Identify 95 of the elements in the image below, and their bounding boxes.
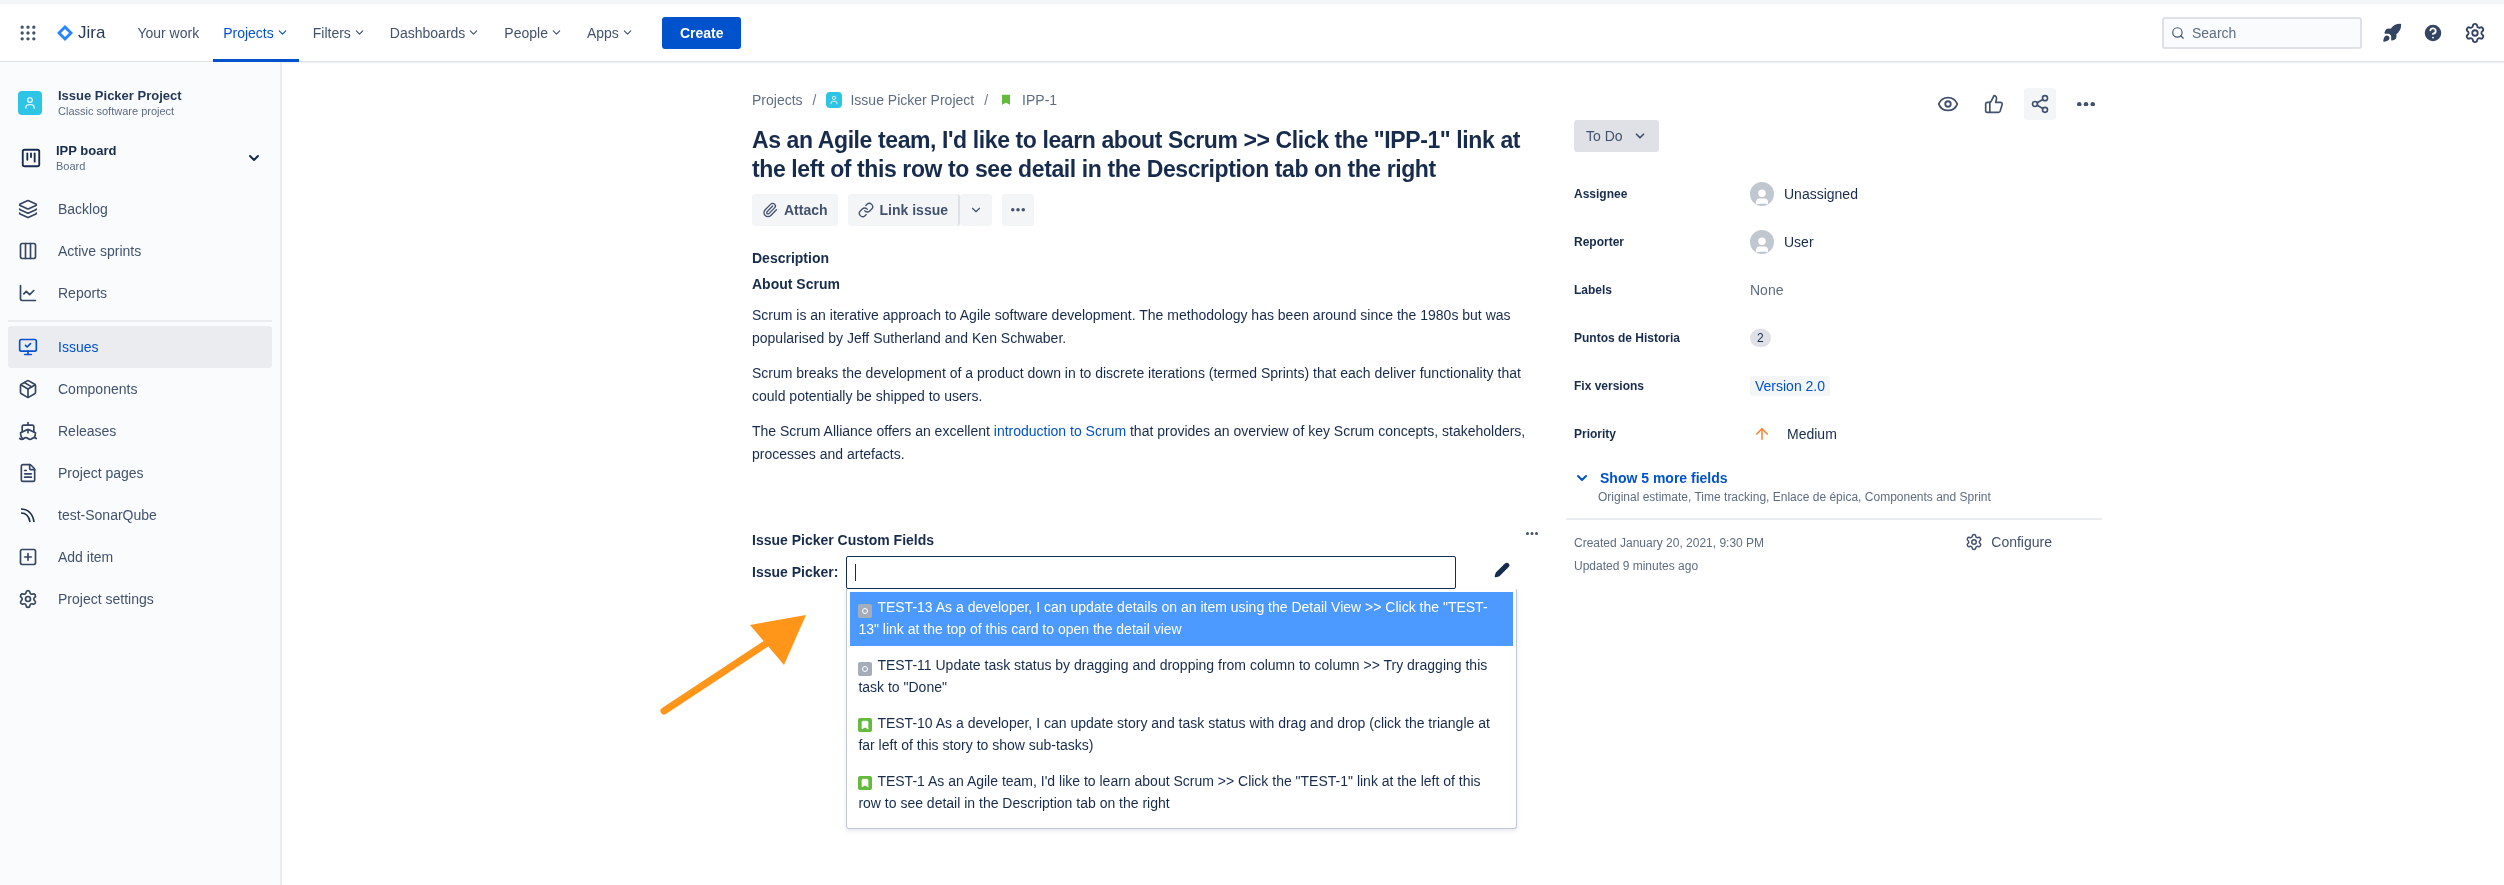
project-name: Issue Picker Project <box>58 88 182 103</box>
breadcrumb-link[interactable]: Issue Picker Project <box>826 92 975 108</box>
sidebar-item[interactable]: Active sprints <box>8 230 272 272</box>
field-value: Medium <box>1787 426 1837 442</box>
issue-picker-field[interactable] <box>846 556 1457 589</box>
field-label: Labels <box>1574 283 1613 297</box>
dropdown-option[interactable]: TEST-10 As a developer, I can update story and task status with drag and drop (click the triangle at far left of this story to show sub-tasks) <box>850 708 1514 762</box>
package-icon <box>18 379 38 399</box>
section-heading: Description <box>752 250 830 266</box>
description-paragraph: The Scrum Alliance offers an excellent introduction to Scrum that provides an overview of key Scrum concepts, stakeholders, processes and artefacts. <box>752 422 1527 464</box>
sidebar-item[interactable]: test-SonarQube <box>8 494 272 536</box>
configure-button[interactable]: Configure <box>1959 532 2058 552</box>
more-icon <box>1011 208 1026 212</box>
sidebar-item[interactable]: Reports <box>8 272 272 314</box>
paperclip-icon <box>762 202 778 218</box>
text-cursor <box>855 564 857 581</box>
link-issue-button[interactable]: Link issue <box>847 194 961 226</box>
field-label: Issue Picker: <box>752 563 839 580</box>
field-value: Unassigned <box>1784 186 1858 202</box>
breadcrumb-link[interactable]: IPP-1 <box>998 92 1058 108</box>
nav-menu-item[interactable]: People <box>494 3 573 62</box>
sidebar-item[interactable]: Releases <box>8 410 272 452</box>
sidebar-item[interactable]: Project settings <box>8 578 272 620</box>
issue-title: As an Agile team, I'd like to learn about Scrum >> Click the "IPP-1" link at the left of this row to see detail in the Description tab on the right <box>752 126 1522 184</box>
show-more-fields-button[interactable]: Show 5 more fields <box>1574 470 1728 486</box>
ship-icon <box>18 421 38 441</box>
hidden-fields-list: Original estimate, Time tracking, Enlace de épica, Components and Sprint <box>1598 490 2102 504</box>
page-icon <box>18 463 38 483</box>
share-icon <box>2030 94 2050 114</box>
nav-menu-item[interactable]: Apps <box>576 3 644 62</box>
rocket-icon[interactable] <box>2382 22 2402 43</box>
search-icon <box>2171 25 2185 40</box>
avatar-icon <box>1750 230 1774 254</box>
created-date: Created January 20, 2021, 9:30 PM <box>1574 535 1765 552</box>
edit-icon[interactable] <box>1494 562 1511 578</box>
updated-date: Updated 9 minutes ago <box>1574 558 1700 575</box>
settings-icon <box>18 589 38 609</box>
settings-icon[interactable] <box>2464 21 2486 44</box>
field-label: Assignee <box>1574 187 1629 201</box>
columns-icon <box>18 241 38 261</box>
settings-icon <box>1965 533 1984 551</box>
thumbs-up-icon <box>1984 94 2004 114</box>
breadcrumb-link[interactable]: Projects <box>752 92 803 108</box>
project-icon <box>826 92 843 108</box>
board-icon <box>20 146 42 169</box>
field-label: Reporter <box>1574 235 1625 249</box>
dropdown-option[interactable]: TEST-11 Update task status by dragging and dropping from column to column >> Try dragging this task to "Done" <box>850 650 1514 704</box>
text-link[interactable]: introduction to Scrum <box>993 423 1127 439</box>
nav-menu-item[interactable]: Your work <box>127 3 210 62</box>
section-heading: Issue Picker Custom Fields <box>752 532 935 548</box>
story-points-badge: 2 <box>1750 329 1771 347</box>
dropdown-option[interactable]: TEST-1 As an Agile team, I'd like to learn about Scrum >> Click the "TEST-1" link at the left of this row to see detail in the Description tab on the right <box>850 766 1514 820</box>
description-paragraph: Scrum is an iterative approach to Agile software development. The methodology has been around since the 1980s but was popularised by Jeff Sutherland and Ken Schwaber. <box>752 306 1512 348</box>
story-icon <box>858 776 873 790</box>
more-icon <box>1526 531 1538 535</box>
more-button[interactable] <box>1002 194 1035 226</box>
nav-menu-item[interactable]: Filters <box>302 3 376 62</box>
chart-icon <box>18 283 38 303</box>
logo-icon <box>56 23 74 42</box>
share-button[interactable] <box>2024 88 2056 120</box>
status-dropdown[interactable]: To Do <box>1574 120 1659 152</box>
field-label: Puntos de Historia <box>1574 331 1681 345</box>
field-label: Fix versions <box>1574 379 1646 393</box>
task-icon <box>858 662 873 676</box>
breadcrumb-separator: / <box>812 92 817 108</box>
board-selector[interactable]: IPP board Board <box>8 135 272 180</box>
arcs-icon <box>18 505 38 525</box>
monitor-icon <box>18 337 38 357</box>
field-value: None <box>1750 282 1784 298</box>
story-icon <box>858 718 873 732</box>
search-field[interactable]: Search <box>2162 16 2362 49</box>
backlog-icon <box>18 199 38 219</box>
sidebar-item[interactable]: Issues <box>8 326 272 368</box>
task-icon <box>858 604 873 618</box>
project-avatar-icon <box>18 90 42 115</box>
attach-button[interactable]: Attach <box>752 194 838 226</box>
create-button[interactable]: Create <box>661 16 742 49</box>
project-type: Classic software project <box>58 105 176 117</box>
sidebar-item[interactable]: Add item <box>8 536 272 578</box>
description-paragraph: Scrum breaks the development of a product down in to discrete iterations (termed Sprints) that each deliver functionality that could potentially be shipped to users. <box>752 364 1522 406</box>
description-heading: About Scrum <box>752 276 841 292</box>
breadcrumb-separator: / <box>984 92 989 108</box>
sidebar-item[interactable]: Components <box>8 368 272 410</box>
nav-menu-item[interactable]: Dashboards <box>379 3 491 62</box>
help-icon[interactable] <box>2422 21 2444 44</box>
more-icon <box>2077 101 2095 107</box>
link-icon <box>857 202 874 218</box>
version-link[interactable]: Version 2.0 <box>1750 376 1831 396</box>
product-name: Jira <box>78 22 106 43</box>
sidebar-item[interactable]: Project pages <box>8 452 272 494</box>
sidebar-item[interactable]: Backlog <box>8 188 272 230</box>
avatar-icon <box>1750 182 1774 206</box>
field-label: Priority <box>1574 427 1617 441</box>
field-value: User <box>1784 234 1814 250</box>
add-icon <box>18 547 38 567</box>
